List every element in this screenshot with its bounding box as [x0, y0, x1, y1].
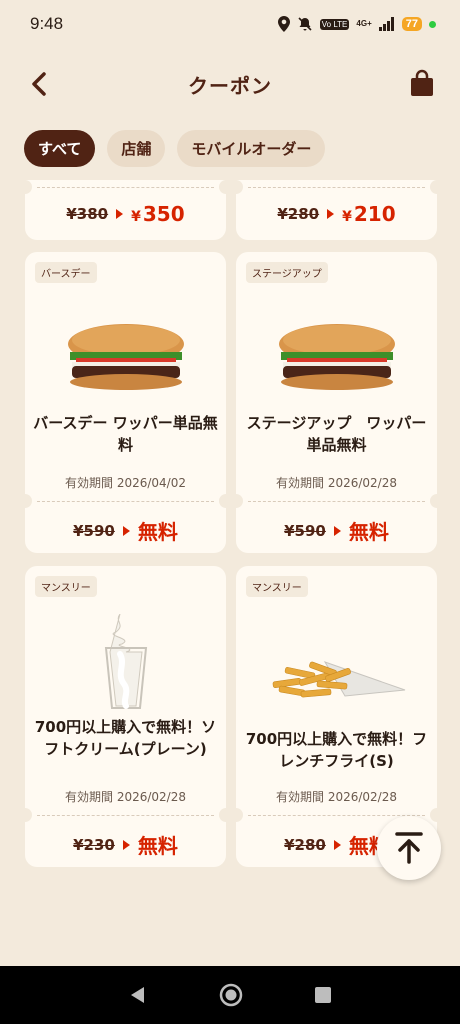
- coupon-card[interactable]: ステージアップ ステージアップ ワッパー単品無料 有効期間 2026/02/28…: [236, 252, 437, 553]
- arrow-right-icon: [333, 839, 341, 850]
- coupon-card[interactable]: ¥280 ¥210: [236, 180, 437, 240]
- network-type: 4G+: [356, 19, 372, 28]
- coupon-card[interactable]: マンスリー 700円以上購入で無料！ソフトクリーム(プレーン) 有効期間 202…: [25, 566, 226, 867]
- price-row: ¥590 無料: [236, 516, 437, 545]
- scroll-to-top-button[interactable]: [377, 816, 441, 880]
- back-button[interactable]: [22, 68, 58, 100]
- price-row: ¥230 無料: [25, 830, 226, 859]
- mute-icon: [298, 17, 312, 31]
- whopper-icon: [25, 322, 226, 392]
- volte-indicator: Vo LTE: [319, 18, 350, 30]
- price-row: ¥380 ¥350: [25, 202, 226, 226]
- old-price: ¥380: [66, 205, 109, 223]
- coupon-expiry: 有効期間 2026/02/28: [276, 790, 397, 804]
- status-bar: 9:48 Vo LTE 4G+ 77: [0, 0, 460, 48]
- arrow-right-icon: [122, 839, 130, 850]
- old-price: ¥590: [284, 521, 326, 540]
- status-icons: Vo LTE 4G+ 77: [277, 16, 436, 32]
- tab-store[interactable]: 店舗: [107, 130, 166, 167]
- signal-icon: [378, 17, 394, 31]
- coupon-expiry: 有効期間 2026/04/02: [65, 476, 186, 490]
- old-price: ¥230: [73, 835, 115, 854]
- battery-indicator: 77: [401, 17, 422, 31]
- shopping-bag-button[interactable]: [406, 68, 438, 100]
- coupon-title: 700円以上購入で無料！ソフトクリーム(プレーン): [34, 718, 217, 758]
- coupon-badge: マンスリー: [35, 576, 97, 597]
- old-price: ¥280: [284, 835, 326, 854]
- status-time: 9:48: [30, 14, 64, 33]
- arrow-right-icon: [116, 209, 124, 219]
- arrow-right-icon: [327, 209, 335, 219]
- privacy-dot: [429, 20, 436, 28]
- arrow-right-icon: [122, 525, 130, 536]
- location-icon: [277, 16, 290, 32]
- system-nav-bar: [0, 966, 460, 1024]
- yen-symbol: ¥: [131, 209, 141, 225]
- new-price: 無料: [137, 834, 178, 858]
- coupon-title: バースデー ワッパー単品無料: [33, 414, 218, 454]
- new-price: 210: [353, 202, 396, 226]
- price-row: ¥280 ¥210: [236, 202, 437, 226]
- coupon-expiry: 有効期間 2026/02/28: [65, 790, 186, 804]
- page-title: クーポン: [188, 73, 272, 98]
- arrow-right-icon: [333, 525, 341, 536]
- coupon-title: ステージアップ ワッパー単品無料: [246, 414, 427, 454]
- filter-tabs: すべて 店舗 モバイルオーダー: [24, 130, 326, 167]
- yen-symbol: ¥: [342, 209, 352, 225]
- chevron-left-icon: [32, 72, 46, 96]
- whopper-icon: [236, 322, 437, 392]
- coupon-badge: ステージアップ: [246, 262, 328, 283]
- french-fries-icon: [236, 656, 437, 706]
- coupon-card[interactable]: ¥380 ¥350: [25, 180, 226, 240]
- coupon-badge: バースデー: [35, 262, 97, 283]
- coupon-title: 700円以上購入で無料！フレンチフライ(S): [245, 730, 428, 770]
- coupon-badge: マンスリー: [246, 576, 308, 597]
- new-price: 無料: [137, 520, 178, 544]
- tab-all[interactable]: すべて: [24, 130, 96, 167]
- nav-recents-icon[interactable]: [314, 986, 332, 1004]
- header: クーポン: [0, 56, 460, 112]
- arrow-up-icon: [395, 832, 423, 864]
- coupon-expiry: 有効期間 2026/02/28: [276, 476, 397, 490]
- new-price: 無料: [348, 520, 389, 544]
- new-price: 350: [142, 202, 185, 226]
- nav-home-icon[interactable]: [218, 982, 244, 1008]
- shopping-bag-icon: [411, 69, 433, 96]
- tab-mobile-order[interactable]: モバイルオーダー: [177, 130, 326, 167]
- coupon-card[interactable]: バースデー バースデー ワッパー単品無料 有効期間 2026/04/02 ¥59…: [25, 252, 226, 553]
- old-price: ¥590: [73, 521, 115, 540]
- old-price: ¥280: [277, 205, 320, 223]
- price-row: ¥590 無料: [25, 516, 226, 545]
- soft-cream-icon: [25, 614, 226, 710]
- nav-back-icon[interactable]: [128, 985, 148, 1005]
